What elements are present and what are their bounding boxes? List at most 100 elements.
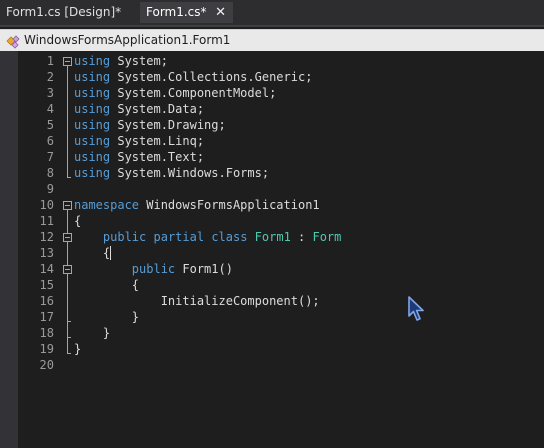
text-token: WindowsFormsApplication1 (139, 198, 320, 212)
code-text: { (74, 245, 110, 261)
code-line[interactable]: 19} (0, 341, 544, 357)
keyword-token: using (74, 86, 111, 100)
code-line[interactable]: 15 { (0, 277, 544, 293)
code-text: using System.ComponentModel; (74, 85, 276, 101)
keyword-token: using (74, 134, 111, 148)
text-caret (110, 246, 111, 260)
code-line[interactable]: 18 } (0, 325, 544, 341)
code-line[interactable]: 6 using System.Linq; (0, 133, 544, 149)
code-line[interactable]: 14 public Form1() (0, 261, 544, 277)
keyword-token: public (131, 262, 176, 276)
keyword-token: using (74, 150, 111, 164)
keyword-token: using (74, 54, 111, 68)
close-icon[interactable]: ✕ (215, 2, 226, 23)
collapse-toggle-icon[interactable] (63, 57, 72, 66)
code-line[interactable]: 10 namespace WindowsFormsApplication1 (0, 197, 544, 213)
tab-strip-underline (0, 25, 544, 27)
code-text: public partial class Form1 : Form (74, 229, 341, 245)
text-token: : (290, 230, 313, 244)
text-token: System.ComponentModel; (110, 86, 277, 100)
text-token: } (74, 342, 82, 356)
class-icon (6, 35, 20, 49)
code-text: using System.Windows.Forms; (74, 165, 269, 181)
code-line[interactable]: 9 (0, 181, 544, 197)
line-number: 12 (39, 230, 54, 244)
line-number: 3 (46, 86, 54, 100)
code-text: using System.Drawing; (74, 117, 226, 133)
code-editor[interactable]: 1 using System; 2 using System.Collections.… (0, 51, 544, 448)
code-line[interactable]: 7 using System.Text; (0, 149, 544, 165)
code-line[interactable]: 1 using System; (0, 53, 544, 69)
text-token: System.Data; (110, 102, 205, 116)
document-tab-strip: Form1.cs [Design]* Form1.cs* ✕ (0, 0, 544, 25)
line-number: 11 (39, 214, 54, 228)
keyword-token: using (74, 166, 111, 180)
keyword-token: public (102, 230, 147, 244)
line-number: 8 (46, 166, 54, 180)
code-line[interactable]: 17 } (0, 309, 544, 325)
tab-form1-code[interactable]: Form1.cs* ✕ (140, 2, 233, 23)
line-number: 14 (39, 262, 54, 276)
line-number: 16 (39, 294, 54, 308)
line-number: 1 (46, 54, 54, 68)
text-token: System.Drawing; (110, 118, 226, 132)
keyword-token: namespace (74, 198, 140, 212)
text-token: Form1() (175, 262, 233, 276)
keyword-token: using (74, 102, 111, 116)
code-line[interactable]: 16 InitializeComponent(); (0, 293, 544, 309)
line-number: 9 (46, 182, 54, 196)
outline-end (67, 177, 71, 178)
line-number: 20 (39, 358, 54, 372)
outline-end (67, 353, 71, 354)
text-token: } (74, 326, 111, 340)
code-text: { (74, 213, 81, 229)
code-line[interactable]: 2 using System.Collections.Generic; (0, 69, 544, 85)
collapse-toggle-icon[interactable] (63, 233, 72, 242)
code-line[interactable]: 12 public partial class Form1 : Form (0, 229, 544, 245)
line-number: 7 (46, 150, 54, 164)
tab-form1-design[interactable]: Form1.cs [Design]* (0, 2, 136, 23)
code-text: } (74, 325, 110, 341)
code-text: using System; (74, 53, 168, 69)
keyword-token: class (211, 230, 248, 244)
type-navigation-dropdown[interactable]: WindowsFormsApplication1.Form1 (0, 29, 544, 51)
code-line[interactable]: 13 { (0, 245, 544, 261)
line-number: 4 (46, 102, 54, 116)
code-text: namespace WindowsFormsApplication1 (74, 197, 320, 213)
collapse-toggle-icon[interactable] (63, 265, 72, 274)
collapse-toggle-icon[interactable] (63, 201, 72, 210)
type-selector-label: WindowsFormsApplication1.Form1 (24, 33, 231, 47)
outline-end (67, 337, 71, 338)
line-number: 17 (39, 310, 54, 324)
code-line[interactable]: 11 { (0, 213, 544, 229)
tab-label: Form1.cs [Design]* (6, 5, 122, 19)
code-text: using System.Collections.Generic; (74, 69, 312, 85)
line-number: 5 (46, 118, 54, 132)
code-line[interactable]: 4 using System.Data; (0, 101, 544, 117)
line-number: 15 (39, 278, 54, 292)
line-number: 10 (39, 198, 54, 212)
type-token: Form1 (254, 230, 291, 244)
text-token: { (74, 246, 111, 260)
outline-guide (67, 65, 68, 178)
tab-label: Form1.cs* (146, 5, 207, 19)
text-token: System.Windows.Forms; (110, 166, 270, 180)
code-text: public Form1() (74, 261, 233, 277)
code-text: using System.Data; (74, 101, 204, 117)
code-text: } (74, 309, 139, 325)
code-line[interactable]: 8 using System.Windows.Forms; (0, 165, 544, 181)
code-line[interactable]: 20 (0, 357, 544, 373)
text-token: { (74, 214, 82, 228)
line-number: 18 (39, 326, 54, 340)
keyword-token: partial (153, 230, 205, 244)
text-token: System.Linq; (110, 134, 205, 148)
outline-guide (67, 209, 68, 354)
code-line[interactable]: 5 using System.Drawing; (0, 117, 544, 133)
text-token: { (74, 278, 140, 292)
code-line[interactable]: 3 using System.ComponentModel; (0, 85, 544, 101)
ide-window: Form1.cs [Design]* Form1.cs* ✕ WindowsFo… (0, 0, 544, 448)
line-number: 19 (39, 342, 54, 356)
